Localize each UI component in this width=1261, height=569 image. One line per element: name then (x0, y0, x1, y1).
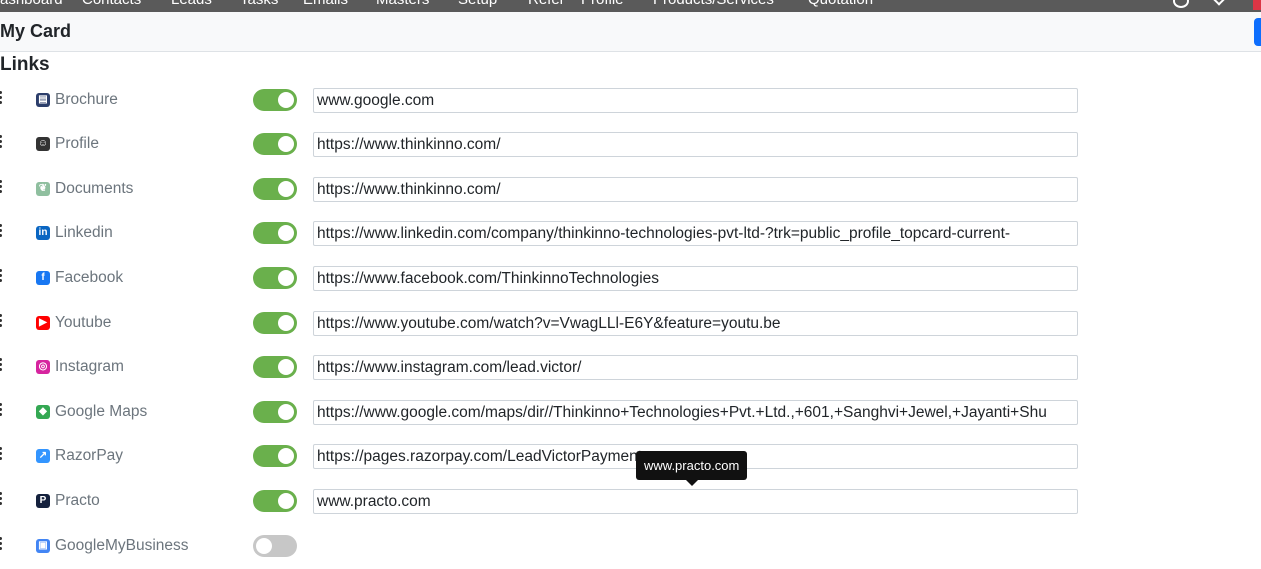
link-label: Facebook (55, 269, 124, 286)
link-toggle[interactable] (253, 89, 297, 111)
header-action-button[interactable] (1254, 18, 1261, 46)
toggle-knob (278, 181, 294, 197)
drag-handle-icon[interactable] (0, 447, 2, 463)
link-label: Profile (55, 135, 99, 152)
link-label: Brochure (55, 91, 118, 108)
link-url-input[interactable]: https://www.thinkinno.com/ (313, 132, 1078, 157)
nav-emails[interactable]: Emails (303, 0, 348, 8)
toggle-knob (278, 404, 294, 420)
link-toggle[interactable] (253, 490, 297, 512)
drag-handle-icon[interactable] (0, 135, 2, 151)
link-toggle[interactable] (253, 535, 297, 557)
nav-leads[interactable]: Leads (171, 0, 212, 8)
facebook-icon: f (36, 271, 50, 285)
drag-handle-icon[interactable] (0, 403, 2, 419)
youtube-icon: ▶ (36, 316, 50, 330)
toggle-knob (278, 136, 294, 152)
linkedin-icon: in (36, 226, 50, 240)
nav-setup[interactable]: Setup (458, 0, 497, 8)
link-row: f Facebook https://www.facebook.com/Thinki… (0, 266, 1261, 301)
nav-profile[interactable]: Profile (581, 0, 624, 8)
link-toggle[interactable] (253, 133, 297, 155)
nav-dashboard[interactable]: ashboard (0, 0, 63, 8)
link-toggle[interactable] (253, 267, 297, 289)
link-url-input[interactable]: https://www.instagram.com/lead.victor/ (313, 355, 1078, 380)
link-label: Youtube (55, 314, 112, 331)
instagram-icon: ◎ (36, 360, 50, 374)
link-toggle[interactable] (253, 445, 297, 467)
link-row: ❦ Documents https://www.thinkinno.com/ (0, 177, 1261, 212)
logout-button[interactable] (1253, 0, 1261, 10)
tooltip: www.practo.com (636, 451, 748, 486)
toggle-knob (278, 225, 294, 241)
link-row: ◆ Google Maps https://www.google.com/maps/… (0, 400, 1261, 435)
toggle-knob (278, 270, 294, 286)
toggle-knob (278, 315, 294, 331)
top-navigation-bar: ashboard Contacts Leads Tasks Emails Mas… (0, 0, 1261, 12)
link-label: Instagram (55, 358, 124, 375)
link-row: ▤ Brochure www.google.com (0, 88, 1261, 123)
nav-contacts[interactable]: Contacts (82, 0, 141, 8)
toggle-knob (278, 92, 294, 108)
page-header: My Card (0, 12, 1261, 52)
chevron-down-icon[interactable] (1213, 0, 1225, 6)
link-url-input[interactable]: https://www.linkedin.com/company/thinkin… (313, 221, 1078, 246)
toggle-knob (278, 448, 294, 464)
nav-tasks[interactable]: Tasks (240, 0, 278, 8)
drag-handle-icon[interactable] (0, 314, 2, 330)
link-label: RazorPay (55, 447, 124, 464)
nav-products-services[interactable]: Products/Services (653, 0, 774, 8)
link-row: ↗ RazorPay https://pages.razorpay.com/Lead… (0, 444, 1261, 479)
drag-handle-icon[interactable] (0, 91, 2, 107)
google-my-business-icon: ▣ (36, 539, 50, 553)
link-label: Practo (55, 492, 100, 509)
link-toggle[interactable] (253, 356, 297, 378)
link-label: Linkedin (55, 224, 113, 241)
link-row: ▶ Youtube https://www.youtube.com/watch?v=… (0, 311, 1261, 346)
link-row: ◎ Instagram https://www.instagram.com/lead… (0, 355, 1261, 390)
link-url-input[interactable]: https://www.facebook.com/ThinkinnoTechno… (313, 266, 1078, 291)
toggle-knob (278, 359, 294, 375)
link-toggle[interactable] (253, 401, 297, 423)
link-row: ▣ GoogleMyBusiness (0, 535, 1261, 569)
drag-handle-icon[interactable] (0, 492, 2, 508)
link-label: GoogleMyBusiness (55, 537, 189, 554)
toggle-knob (278, 493, 294, 509)
link-row: P Practo www.practo.com (0, 489, 1261, 524)
link-label: Documents (55, 180, 134, 197)
link-label: Google Maps (55, 403, 148, 420)
razorpay-icon: ↗ (36, 449, 50, 463)
toggle-knob (256, 538, 272, 554)
profile-icon: ☺ (36, 137, 50, 151)
link-toggle[interactable] (253, 178, 297, 200)
links-section-title: Links (0, 54, 50, 75)
drag-handle-icon[interactable] (0, 180, 2, 196)
link-toggle[interactable] (253, 312, 297, 334)
link-url-input[interactable]: www.google.com (313, 88, 1078, 113)
nav-masters[interactable]: Masters (376, 0, 429, 8)
link-row: ☺ Profile https://www.thinkinno.com/ (0, 132, 1261, 167)
link-toggle[interactable] (253, 222, 297, 244)
page-title: My Card (0, 21, 72, 41)
documents-icon: ❦ (36, 182, 50, 196)
link-url-input[interactable]: https://www.google.com/maps/dir//Thinkin… (313, 400, 1078, 425)
drag-handle-icon[interactable] (0, 269, 2, 285)
link-url-input[interactable]: www.practo.com (313, 489, 1078, 514)
practo-icon: P (36, 494, 50, 508)
brochure-icon: ▤ (36, 93, 50, 107)
link-row: in Linkedin https://www.linkedin.com/compa… (0, 221, 1261, 256)
nav-refer[interactable]: Refer (528, 0, 565, 8)
link-url-input[interactable]: https://www.thinkinno.com/ (313, 177, 1078, 202)
nav-quotation[interactable]: Quotation (808, 0, 873, 8)
drag-handle-icon[interactable] (0, 224, 2, 240)
google-maps-icon: ◆ (36, 405, 50, 419)
link-url-input[interactable]: https://www.youtube.com/watch?v=VwagLLl-… (313, 311, 1078, 336)
notification-icon[interactable] (1173, 0, 1189, 8)
drag-handle-icon[interactable] (0, 537, 2, 553)
drag-handle-icon[interactable] (0, 358, 2, 374)
